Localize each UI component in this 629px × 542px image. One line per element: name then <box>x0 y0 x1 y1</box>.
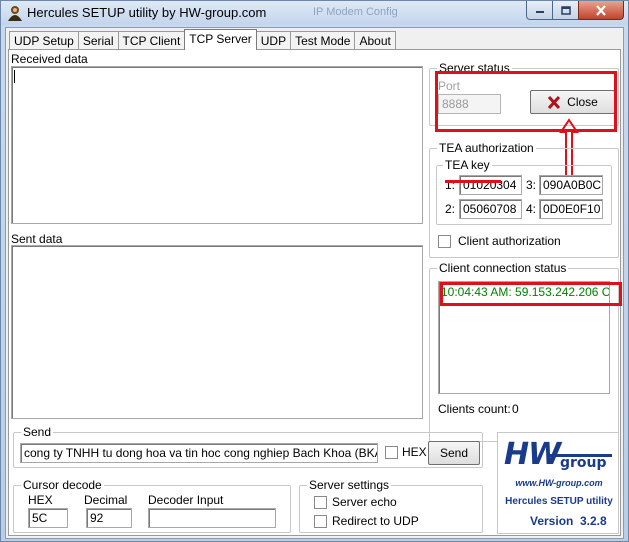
annotation-highlight-server <box>435 71 617 132</box>
text-caret <box>14 70 15 83</box>
tea-key-2-input[interactable]: 05060708 <box>459 199 522 219</box>
hw-group-logo[interactable]: HW group www.HW-group.com Hercules SETUP… <box>497 432 619 534</box>
cursor-decimal-label: Decimal <box>84 493 128 507</box>
maximize-button[interactable] <box>552 1 579 20</box>
server-echo-label: Server echo <box>332 495 397 509</box>
tab-udp-setup[interactable]: UDP Setup <box>9 31 79 50</box>
tab-serial[interactable]: Serial <box>77 31 119 50</box>
clients-count-label: Clients count: <box>438 402 511 416</box>
hex-label: HEX <box>402 445 427 459</box>
decoder-input-label: Decoder Input <box>148 493 224 507</box>
tea-key-2-label: 2: <box>445 202 456 216</box>
client-connection-title: Client connection status <box>437 261 569 275</box>
tea-key-title: TEA key <box>443 158 492 172</box>
send-button-label: Send <box>439 446 469 460</box>
tea-key-group: TEA key 1: 01020304 2: 05060708 3: 090A0… <box>436 158 612 225</box>
cursor-decimal-input[interactable]: 92 <box>86 508 132 528</box>
tab-about[interactable]: About <box>354 31 396 50</box>
server-echo-checkbox[interactable] <box>314 496 327 509</box>
tab-tcp-client[interactable]: TCP Client <box>117 31 186 50</box>
tab-bar: UDP Setup Serial TCP Client TCP Server U… <box>9 29 396 50</box>
sent-data-label: Sent data <box>11 232 63 246</box>
send-group: Send cong ty TNHH tu dong hoa va tin hoc… <box>13 425 483 468</box>
tea-key-3-label: 3: <box>526 178 537 192</box>
cursor-decode-group: Cursor decode HEX 5C Decimal 92 Decoder … <box>13 478 291 533</box>
tab-udp[interactable]: UDP <box>255 31 292 50</box>
annotation-line <box>445 180 501 183</box>
close-icon <box>596 4 606 16</box>
tea-authorization-group: TEA authorization TEA key 1: 01020304 2:… <box>429 141 619 258</box>
send-title: Send <box>21 425 54 439</box>
client-area: UDP Setup Serial TCP Client TCP Server U… <box>5 27 624 539</box>
cursor-hex-label: HEX <box>28 493 53 507</box>
server-settings-title: Server settings <box>307 478 392 492</box>
clients-count-value: 0 <box>512 402 519 416</box>
received-data-label: Received data <box>11 52 88 66</box>
redirect-udp-label: Redirect to UDP <box>332 514 419 528</box>
send-button[interactable]: Send <box>428 441 480 465</box>
redirect-udp-checkbox[interactable] <box>314 515 327 528</box>
received-data-area[interactable] <box>11 66 423 224</box>
hex-checkbox[interactable] <box>385 446 398 459</box>
minimize-icon <box>535 11 544 13</box>
annotation-highlight-client <box>440 282 622 306</box>
server-settings-group: Server settings Server echo Redirect to … <box>299 478 483 533</box>
tea-key-4-label: 4: <box>526 202 537 216</box>
logo-product: Hercules SETUP utility <box>505 496 613 507</box>
cursor-decode-title: Cursor decode <box>21 478 104 492</box>
send-input[interactable]: cong ty TNHH tu dong hoa va tin hoc cong… <box>20 443 378 463</box>
logo-group: group <box>560 455 607 471</box>
tab-test-mode[interactable]: Test Mode <box>290 31 356 50</box>
client-authorization-label: Client authorization <box>458 234 561 248</box>
logo-url: www.HW-group.com <box>515 478 603 488</box>
tea-key-1-input[interactable]: 01020304 <box>459 175 522 195</box>
tea-authorization-title: TEA authorization <box>437 141 536 155</box>
tcp-server-panel: Received data Sent data Server status Po… <box>8 49 622 536</box>
sent-data-area[interactable] <box>11 245 423 419</box>
client-authorization-checkbox[interactable] <box>438 235 451 248</box>
version-label: Version <box>530 514 574 528</box>
cursor-hex-input[interactable]: 5C <box>28 508 68 528</box>
title-bar[interactable]: Hercules SETUP utility by HW-group.com I… <box>1 1 628 25</box>
tea-key-3-input[interactable]: 090A0B0C <box>539 175 603 195</box>
hercules-app-icon <box>8 6 22 21</box>
tea-key-4-input[interactable]: 0D0E0F10 <box>539 199 603 219</box>
tab-tcp-server[interactable]: TCP Server <box>184 29 257 50</box>
background-window-title: IP Modem Config <box>313 6 398 18</box>
decoder-input[interactable] <box>148 508 276 528</box>
minimize-button[interactable] <box>526 1 553 20</box>
maximize-icon <box>560 5 571 15</box>
app-window: Hercules SETUP utility by HW-group.com I… <box>0 0 629 542</box>
version-number: 3.2.8 <box>580 514 607 528</box>
window-close-button[interactable] <box>578 1 624 20</box>
window-title: Hercules SETUP utility by HW-group.com <box>27 5 267 20</box>
